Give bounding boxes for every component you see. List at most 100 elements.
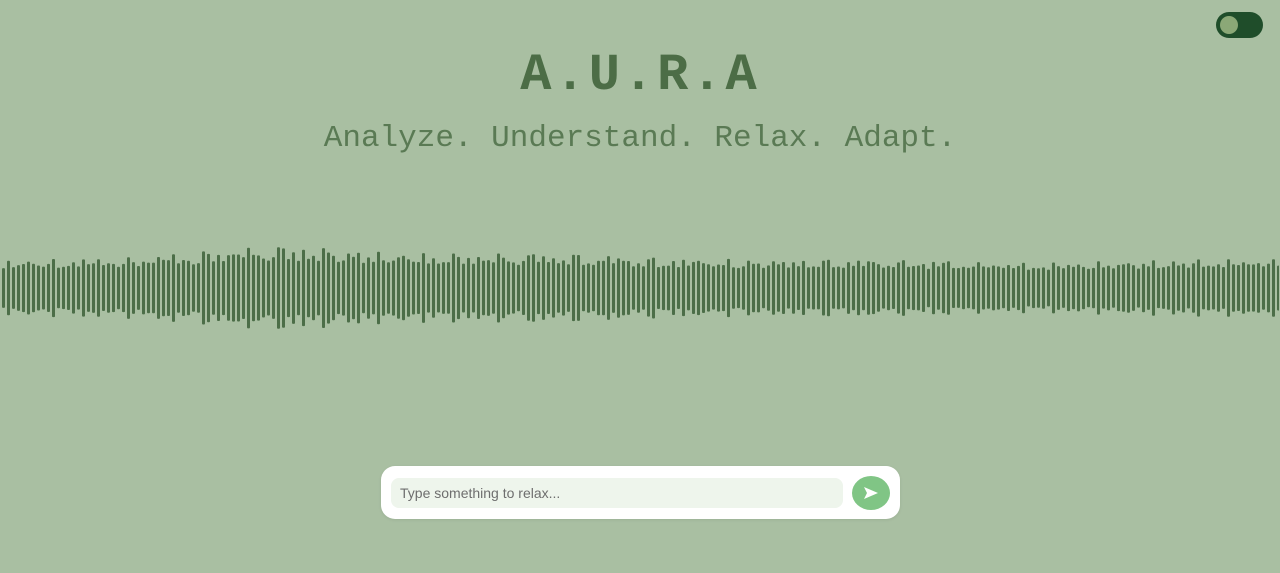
waveform-bar [792,262,795,314]
waveform-bar [102,265,105,311]
send-arrow-icon [864,487,878,499]
waveform-bar [1197,259,1200,317]
toggle-knob [1220,16,1238,34]
waveform-bar [22,264,25,313]
waveform-bar [1267,263,1270,313]
waveform-bar [577,255,580,321]
waveform-bar [882,267,885,309]
waveform-bar [592,264,595,312]
waveform-bar [942,262,945,314]
theme-toggle[interactable] [1216,12,1263,38]
waveform-bar [1277,265,1279,311]
waveform-bar [1247,264,1250,312]
waveform-bar [1212,266,1215,310]
waveform-bar [907,266,910,310]
waveform-bar [587,263,590,313]
waveform-bar [522,260,525,315]
waveform-bar [772,261,775,315]
waveform-bar [932,261,935,315]
waveform-bar [1127,263,1130,313]
waveform-bar [227,255,230,321]
waveform-bar [892,267,895,309]
waveform-bar [682,259,685,317]
waveform-bar [627,261,630,315]
waveform-bar [242,257,245,319]
waveform-bar [762,267,765,309]
waveform-bar [712,266,715,310]
waveform-bar [1167,266,1170,310]
waveform-bar [1092,267,1095,309]
waveform-bar [972,266,975,310]
chat-input[interactable] [391,478,843,508]
waveform-bar [32,263,35,313]
waveform-bar [1057,266,1060,310]
waveform-bar [842,267,845,309]
waveform-bar [1272,259,1275,317]
waveform-bar [362,262,365,314]
waveform-bar [1182,263,1185,313]
waveform-bar [482,260,485,316]
waveform-bar [1262,266,1265,310]
waveform-bar [397,257,400,319]
waveform-bar [857,260,860,316]
send-button[interactable] [852,476,890,510]
waveform-bar [372,261,375,315]
waveform-bar [1082,266,1085,310]
waveform-bar [677,267,680,309]
waveform-bar [827,259,830,317]
waveform-bar [732,267,735,309]
waveform-bar [1222,267,1225,309]
waveform-bar [447,262,450,314]
waveform-bar [17,265,20,311]
waveform-bar [1087,268,1090,308]
waveform-bar [427,263,430,313]
waveform-bar [977,262,980,314]
waveform-bar [1227,259,1230,317]
waveform-bar [1187,267,1190,309]
waveform-bar [287,259,290,318]
waveform-bar [1177,265,1180,311]
waveform-bar [462,263,465,313]
waveform-bar [107,263,110,313]
waveform-bar [1117,264,1120,312]
waveform-bar [1242,262,1245,314]
waveform-bar [252,254,255,322]
waveform-bar [852,265,855,311]
waveform-bar [292,252,295,324]
waveform-bar [1037,268,1040,308]
waveform-bar [1252,264,1255,312]
waveform-bar [812,266,815,310]
waveform-bar [87,264,90,312]
waveform-bar [487,260,490,316]
waveform-bar [647,259,650,317]
waveform-bar [672,261,675,315]
waveform-bar [412,261,415,315]
waveform-bar [727,258,730,318]
waveform-bar [352,256,355,320]
waveform-bar [747,260,750,316]
waveform-bar [567,264,570,312]
waveform-bar [222,261,225,316]
waveform-bar [937,266,940,310]
waveform-bar [1122,264,1125,312]
waveform-bar [307,258,310,318]
waveform-bar [62,266,65,310]
waveform-bar [1237,265,1240,311]
waveform-bar [147,262,150,314]
waveform-bar [997,266,1000,310]
waveform-bar [302,249,305,327]
waveform-bar [12,267,15,309]
waveform-bar [342,260,345,316]
waveform-bar [537,261,540,315]
waveform-bar [247,247,250,329]
waveform-bar [47,263,50,312]
waveform-bar [407,259,410,317]
waveform-bar [57,267,60,309]
waveform-bar [492,262,495,314]
waveform-bar [162,259,165,317]
waveform-bar [1017,265,1020,311]
waveform-bar [767,265,770,311]
waveform-bar [467,257,470,319]
waveform-bar [807,267,810,309]
waveform-bar [207,253,210,323]
